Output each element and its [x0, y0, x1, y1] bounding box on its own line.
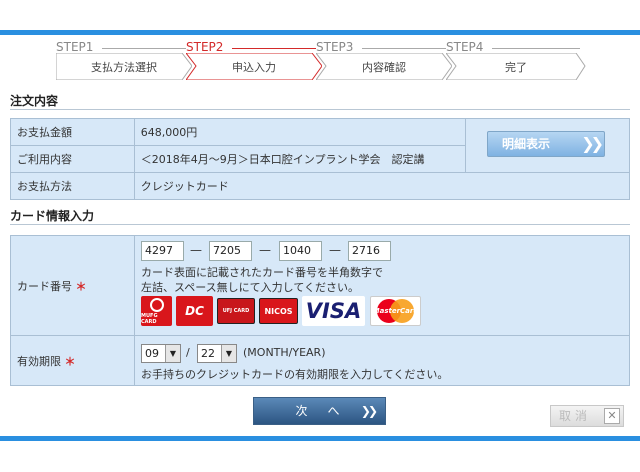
cancel-button[interactable]: 取消 ✕ — [550, 405, 624, 427]
required-mark: ＊ — [64, 354, 76, 368]
next-button[interactable]: 次 へ ❯❯ — [253, 397, 386, 425]
cancel-button-label: 取消 — [559, 409, 592, 423]
card-number-label-cell: カード番号 ＊ — [10, 235, 135, 336]
step-2-label: 申込入力 — [232, 61, 276, 74]
step-1-label: 支払方法選択 — [91, 61, 157, 74]
step-3: STEP3 内容確認 — [316, 40, 452, 80]
content-value: ＜2018年4月〜9月＞日本口腔インプラント学会 認定講 — [133, 145, 467, 173]
detail-button[interactable]: 明細表示 ❯❯ — [487, 131, 605, 157]
mufg-card-logo: MUFG CARD — [141, 296, 172, 326]
double-chevron-right-icon: ❯❯ — [581, 134, 604, 153]
amount-label: お支払金額 — [10, 118, 135, 146]
method-value: クレジットカード — [133, 172, 631, 200]
dc-card-logo: DC — [176, 296, 213, 326]
card-number-input-4[interactable]: 2716 — [348, 241, 391, 261]
step-1: STEP1 支払方法選択 — [56, 40, 192, 80]
double-chevron-right-icon: ❯❯ — [360, 404, 378, 418]
card-number-dash: — — [259, 243, 271, 257]
close-icon: ✕ — [604, 408, 620, 424]
amount-value: 648,000円 — [133, 118, 467, 146]
card-section-rule — [10, 224, 630, 225]
step-3-label: 内容確認 — [362, 61, 406, 74]
card-number-input-1[interactable]: 4297 — [141, 241, 184, 261]
card-number-dash: — — [190, 243, 202, 257]
expiry-year-select[interactable]: 22 ▼ — [197, 344, 237, 363]
top-accent-bar — [0, 30, 640, 35]
expiry-label: 有効期限 — [17, 354, 61, 368]
card-number-note-1: カード表面に記載されたカード番号を半角数字で — [141, 266, 383, 279]
step-1-head: STEP1 — [56, 40, 94, 54]
step-3-head: STEP3 — [316, 40, 354, 54]
order-row-method: お支払方法 クレジットカード — [10, 172, 631, 200]
expiry-format: (MONTH/YEAR) — [243, 346, 326, 359]
bottom-accent-bar — [0, 436, 640, 441]
ufj-card-logo: UFJ CARD — [217, 298, 255, 324]
card-number-label: カード番号 — [17, 279, 72, 293]
dropdown-arrow-icon: ▼ — [165, 345, 180, 362]
step-2: STEP2 申込入力 — [186, 40, 322, 80]
dropdown-arrow-icon: ▼ — [221, 345, 236, 362]
card-number-note-2: 左詰、スペース無しにて入力してください。 — [141, 281, 360, 294]
step-4: STEP4 完了 — [446, 40, 586, 80]
expiry-note: お手持ちのクレジットカードの有効期限を入力してください。 — [141, 368, 449, 381]
method-label: お支払方法 — [10, 172, 135, 200]
progress-steps: STEP1 支払方法選択 STEP2 申込入力 STEP3 内容確認 STEP4… — [56, 40, 596, 80]
next-button-label: 次 へ — [295, 404, 344, 418]
order-section-rule — [10, 109, 630, 110]
order-section-title: 注文内容 — [10, 94, 59, 108]
expiry-separator: / — [186, 346, 190, 359]
required-mark: ＊ — [75, 279, 87, 293]
card-number-dash: — — [329, 243, 341, 257]
expiry-month-select[interactable]: 09 ▼ — [141, 344, 181, 363]
expiry-label-cell: 有効期限 ＊ — [10, 335, 135, 386]
visa-logo: VISA — [302, 296, 365, 326]
step-4-head: STEP4 — [446, 40, 484, 54]
card-section-title: カード情報入力 — [10, 209, 95, 223]
content-label: ご利用内容 — [10, 145, 135, 173]
card-number-input-3[interactable]: 1040 — [279, 241, 322, 261]
detail-button-label: 明細表示 — [502, 137, 551, 151]
card-number-input-2[interactable]: 7205 — [209, 241, 252, 261]
step-4-label: 完了 — [505, 61, 527, 74]
mastercard-logo: MasterCard — [370, 296, 421, 326]
nicos-card-logo: NICOS — [259, 298, 298, 324]
step-2-head: STEP2 — [186, 40, 224, 54]
